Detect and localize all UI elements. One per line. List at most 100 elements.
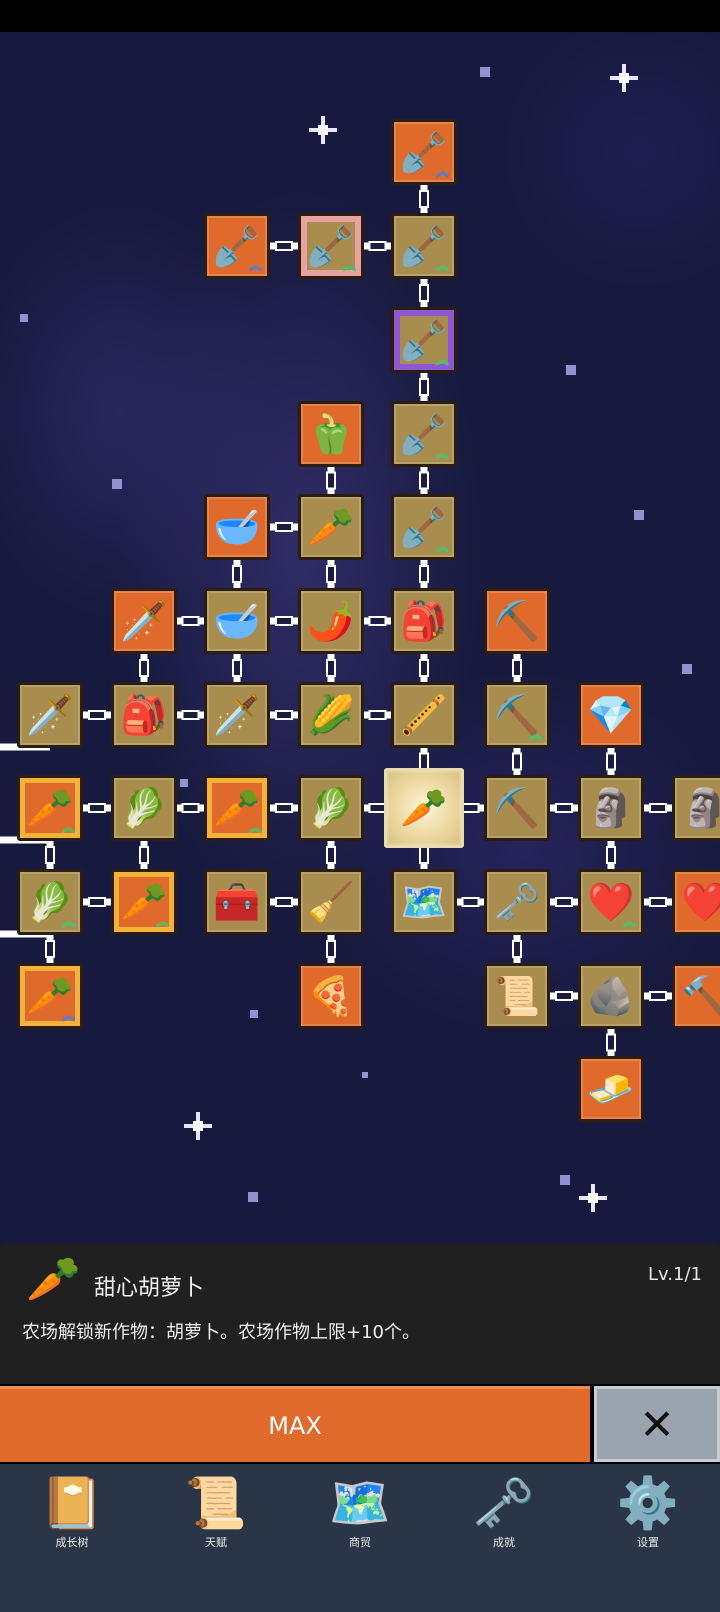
close-button[interactable]: ✕: [594, 1386, 720, 1462]
bottom-navigation: 📔 成长树 📜 天赋 🗺️ 商贸 🗝️ 成就 ⚙️ 设置: [0, 1464, 720, 1612]
tree-connector-link: [326, 659, 336, 677]
upgrade-arrow-icon: ︽: [342, 259, 356, 274]
tree-connector-link: [232, 659, 242, 677]
selected-item-level: Lv.1/1: [648, 1264, 702, 1285]
background-star: [112, 479, 122, 489]
skill-node-shovel-r2-left[interactable]: 🪏 ︽: [204, 213, 270, 279]
skill-node-heart-edge[interactable]: ❤️: [672, 869, 720, 935]
skill-node-shovel-r4[interactable]: 🪏 ︽: [391, 401, 457, 467]
tree-connector-link: [88, 710, 106, 720]
skill-node-pepper[interactable]: 🫑: [298, 401, 364, 467]
skill-node-heart[interactable]: ❤️ ︽: [578, 869, 644, 935]
skill-node-cabbage-r8-2[interactable]: 🥬: [298, 775, 364, 841]
skill-node-icon: 🍕: [307, 974, 355, 1018]
skill-node-backpack-r7[interactable]: 🎒: [111, 682, 177, 748]
skill-node-statue[interactable]: 🗿: [578, 775, 644, 841]
skill-node-shovel-r5[interactable]: 🪏 ︽: [391, 494, 457, 560]
tree-connector-link: [181, 616, 200, 626]
skill-node-bowl-soup[interactable]: 🥣: [204, 494, 270, 560]
background-star: [250, 1010, 258, 1018]
skill-node-broom[interactable]: 🧹: [298, 869, 364, 935]
skill-tree-canvas[interactable]: 🪏 ︽ 🪏 ︽ 🪏 ︽ 🪏 ︽ 🪏 ︽ 🫑 🪏 ︽ 🥣 🥕 🪏 ︽ 🗡️ 🥣 🌶️ 🎒 ⛏️ 🗡️ 🎒 🗡️ 🌽 🪈 ⛏️ ︽ 💎 🥕 ︽ 🥬 🥕…: [0, 32, 720, 1280]
skill-node-carrot-r9[interactable]: 🥕 ︽: [111, 869, 177, 935]
skill-node-shovel-r3[interactable]: 🪏 ︽: [391, 307, 457, 373]
item-info-panel: 🥕 甜心胡萝卜 Lv.1/1 农场解锁新作物：胡萝卜。农场作物上限+10个。: [0, 1244, 720, 1384]
skill-node-stone[interactable]: 🪨: [578, 963, 644, 1029]
skill-node-crystal[interactable]: 💎: [578, 682, 644, 748]
skill-node-corn[interactable]: 🌽: [298, 682, 364, 748]
skill-node-icon: 🗿: [681, 786, 720, 830]
tree-connector-link: [45, 940, 55, 958]
nav-talent[interactable]: 📜 天赋: [144, 1464, 288, 1612]
tree-connector-link: [368, 616, 387, 626]
skill-node-map[interactable]: 🗺️: [391, 869, 457, 935]
tree-connector-link: [88, 803, 106, 813]
tree-connector-link: [419, 190, 429, 208]
skill-node-carrot-r8-1[interactable]: 🥕 ︽: [17, 775, 83, 841]
skill-node-backpack-r6[interactable]: 🎒: [391, 588, 457, 654]
nav-label: 商贸: [349, 1536, 371, 1549]
skill-node-bowl[interactable]: 🥣: [204, 588, 270, 654]
upgrade-arrow-icon: ︽: [622, 915, 636, 930]
skill-node-cabbage-r8-1[interactable]: 🥬: [111, 775, 177, 841]
skill-node-chest[interactable]: 🧰: [204, 869, 270, 935]
skill-node-pizza[interactable]: 🍕: [298, 963, 364, 1029]
selected-item-description: 农场解锁新作物：胡萝卜。农场作物上限+10个。: [22, 1322, 420, 1343]
skill-node-statue-edge[interactable]: 🗿: [672, 775, 720, 841]
skill-node-carrot-r10[interactable]: 🥕 ︽: [17, 963, 83, 1029]
skill-node-icon: 🥣: [213, 505, 261, 549]
tree-connector-link: [419, 659, 429, 677]
nav-settings[interactable]: ⚙️ 设置: [576, 1464, 720, 1612]
skill-node-cabbage-r9[interactable]: 🥬 ︽: [17, 869, 83, 935]
achievement-icon: 🗝️: [472, 1474, 536, 1532]
nav-achievement[interactable]: 🗝️ 成就: [432, 1464, 576, 1612]
skill-node-radish[interactable]: 🥕: [298, 494, 364, 560]
tree-connector-link: [555, 991, 573, 1001]
skill-node-pickaxe-r8[interactable]: ⛏️: [484, 775, 550, 841]
nav-trade[interactable]: 🗺️ 商贸: [288, 1464, 432, 1612]
skill-node-flute[interactable]: 🪈: [391, 682, 457, 748]
tree-connector-link: [232, 565, 242, 583]
tree-connector-link: [88, 897, 106, 907]
skill-node-pickaxe-r6[interactable]: ⛏️: [484, 588, 550, 654]
skill-node-golden-sword[interactable]: 🗡️: [111, 588, 177, 654]
tree-connector-link: [649, 897, 667, 907]
skill-node-butter[interactable]: 🧈: [578, 1056, 644, 1122]
tree-connector-link: [419, 565, 429, 583]
tree-connector-link: [649, 803, 667, 813]
background-star: [682, 664, 692, 674]
sparkle-star: [610, 64, 638, 92]
skill-node-carrot-r8-2[interactable]: 🥕 ︽: [204, 775, 270, 841]
skill-node-carrot-selected[interactable]: 🥕: [384, 768, 464, 848]
tree-connector-link: [419, 846, 429, 864]
tree-connector-link: [326, 565, 336, 583]
tree-connector-link: [275, 710, 293, 720]
tree-connector-link: [419, 471, 429, 490]
skill-node-shovel-r2-right[interactable]: 🪏 ︽: [391, 213, 457, 279]
skill-node-icon: 🥕: [307, 505, 355, 549]
skill-node-chili[interactable]: 🌶️: [298, 588, 364, 654]
skill-node-scroll[interactable]: 📜: [484, 963, 550, 1029]
skill-node-shovel-r2-mid[interactable]: 🪏 ︽: [298, 213, 364, 279]
max-button[interactable]: MAX: [0, 1386, 590, 1462]
nav-growth-tree[interactable]: 📔 成长树: [0, 1464, 144, 1612]
skill-node-shovel-top[interactable]: 🪏 ︽: [391, 119, 457, 185]
skill-node-icon: 🧈: [587, 1067, 635, 1111]
skill-node-key[interactable]: 🗝️: [484, 869, 550, 935]
tree-connector-link: [461, 897, 480, 907]
skill-node-icon: ❤️: [681, 880, 720, 924]
tree-connector-link: [275, 897, 293, 907]
skill-node-sword-1[interactable]: 🗡️: [17, 682, 83, 748]
upgrade-arrow-icon: ︽: [435, 447, 449, 462]
background-star: [362, 1072, 368, 1078]
skill-node-pickaxe-r7[interactable]: ⛏️ ︽: [484, 682, 550, 748]
tree-connector-link: [275, 522, 293, 532]
upgrade-arrow-icon: ︽: [248, 821, 262, 836]
skill-node-icon: ⛏️: [493, 599, 541, 643]
upgrade-arrow-icon: ︽: [61, 821, 75, 836]
tree-connector-link: [326, 846, 336, 864]
tree-connector-link: [181, 803, 200, 813]
skill-node-hammer-edge[interactable]: 🔨: [672, 963, 720, 1029]
skill-node-sword-2[interactable]: 🗡️: [204, 682, 270, 748]
talent-icon: 📜: [184, 1474, 248, 1532]
